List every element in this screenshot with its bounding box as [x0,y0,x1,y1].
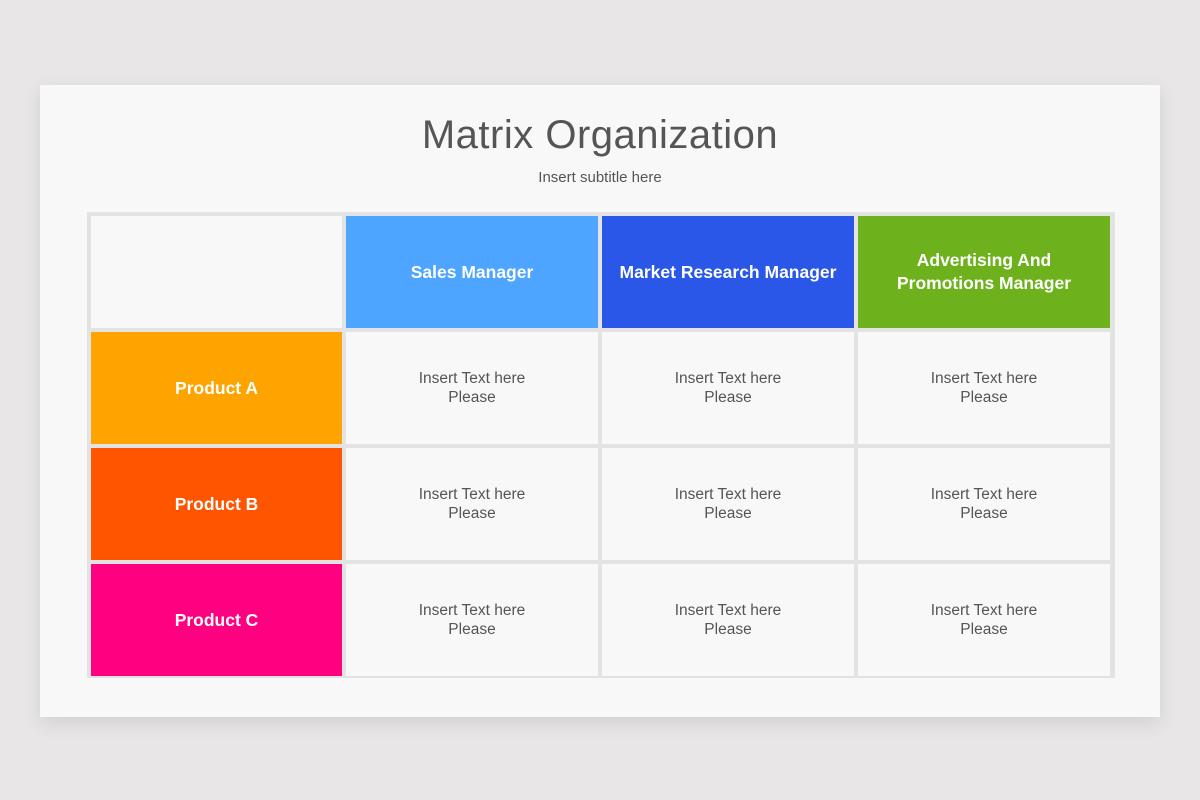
matrix-cell: Insert Text here Please [602,448,854,560]
matrix-cell: Insert Text here Please [346,332,598,444]
cell-text: Insert Text here Please [418,602,526,638]
cell-text: Insert Text here Please [674,602,782,638]
matrix-cell: Insert Text here Please [602,564,854,676]
row-header-product-b: Product B [91,448,342,560]
matrix-grid: Sales Manager Market Research Manager Ad… [87,212,1115,678]
cell-text: Insert Text here Please [674,486,782,522]
cell-text: Insert Text here Please [930,370,1038,406]
slide: Matrix Organization Insert subtitle here… [40,85,1160,717]
row-header-product-c: Product C [91,564,342,676]
slide-subtitle: Insert subtitle here [538,169,662,186]
matrix-cell: Insert Text here Please [858,332,1110,444]
cell-text: Insert Text here Please [930,602,1038,638]
matrix-cell: Insert Text here Please [602,332,854,444]
slide-title: Matrix Organization [421,113,779,157]
cell-text: Insert Text here Please [418,486,526,522]
matrix-corner-cell [91,216,342,328]
matrix-cell: Insert Text here Please [858,564,1110,676]
cell-text: Insert Text here Please [418,370,526,406]
column-header-market-research-manager: Market Research Manager [602,216,854,328]
column-header-advertising-promotions-manager: Advertising And Promotions Manager [858,216,1110,328]
column-header-sales-manager: Sales Manager [346,216,598,328]
matrix-cell: Insert Text here Please [346,448,598,560]
matrix-cell: Insert Text here Please [346,564,598,676]
cell-text: Insert Text here Please [674,370,782,406]
cell-text: Insert Text here Please [930,486,1038,522]
matrix-cell: Insert Text here Please [858,448,1110,560]
row-header-product-a: Product A [91,332,342,444]
